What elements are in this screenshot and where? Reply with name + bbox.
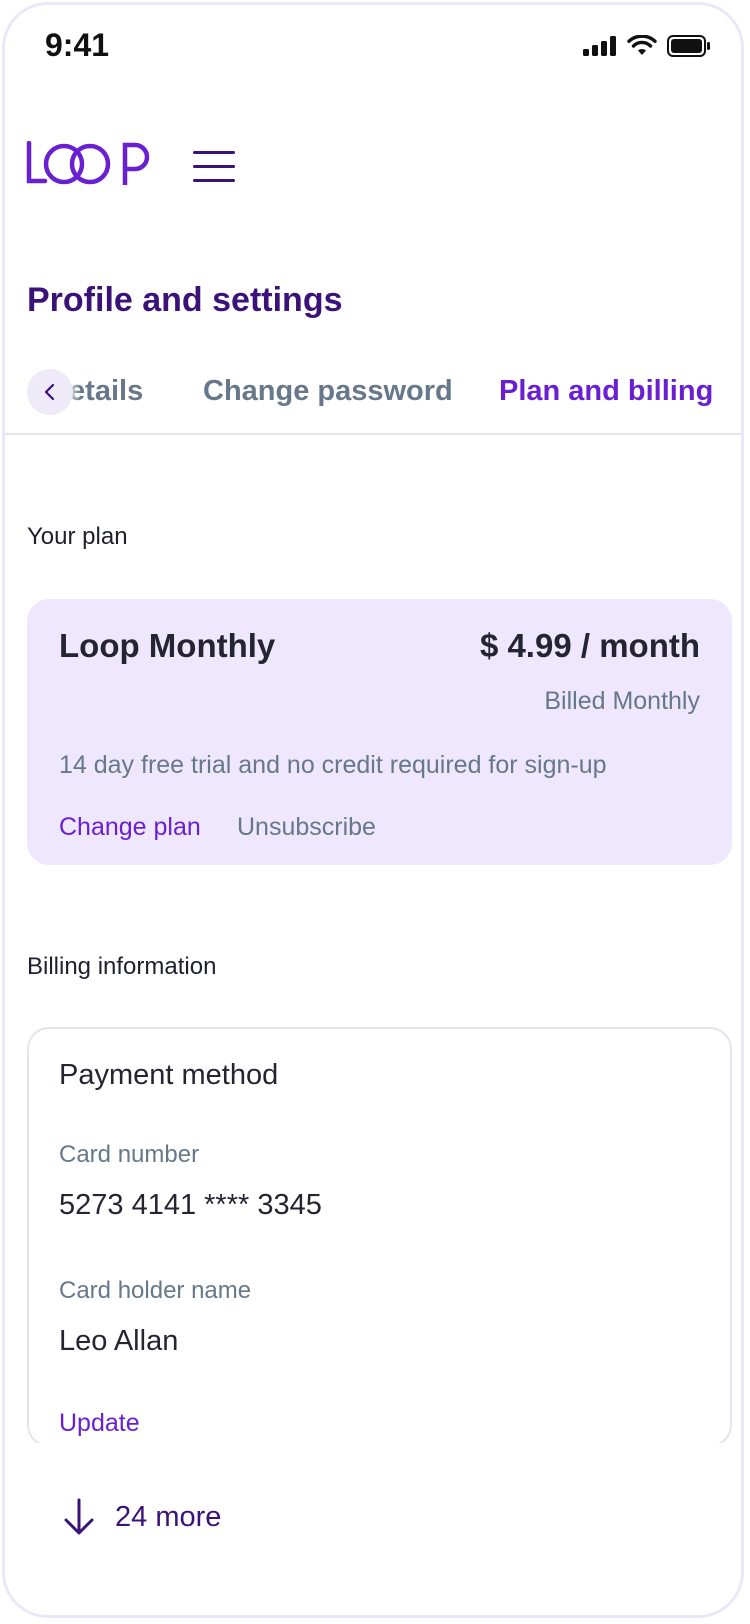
status-icons [583,35,711,57]
plan-card: Loop Monthly $ 4.99 / month Billed Month… [27,599,732,865]
tab-change-password[interactable]: Change password [203,375,453,408]
hamburger-menu-icon[interactable] [193,149,235,185]
arrow-down-icon [64,1498,94,1535]
payment-method-card: Payment method Card number 5273 4141 ***… [27,1027,732,1447]
payment-method-title: Payment method [59,1059,279,1091]
more-label: 24 more [115,1500,222,1533]
plan-description: 14 day free trial and no credit required… [59,751,607,779]
settings-tabs: letails Change password Plan and billing [5,363,741,435]
chevron-left-icon [44,383,55,401]
card-number-label: Card number [59,1141,200,1168]
card-number-value: 5273 4141 **** 3345 [59,1189,322,1221]
show-more-button[interactable]: 24 more [61,1497,221,1537]
card-holder-value: Leo Allan [59,1325,179,1357]
phone-frame: 9:41 Profile and settings letails Change… [2,2,744,1618]
page-title: Profile and settings [27,281,343,319]
more-bar: 24 more [5,1443,741,1615]
card-holder-label: Card holder name [59,1277,252,1304]
plan-billing-cycle: Billed Monthly [544,687,700,715]
wifi-icon [627,35,657,55]
tab-plan-and-billing[interactable]: Plan and billing [499,375,713,408]
your-plan-label: Your plan [27,523,128,550]
update-payment-link[interactable]: Update [59,1409,140,1438]
loop-logo[interactable] [25,141,153,187]
unsubscribe-link[interactable]: Unsubscribe [237,813,376,842]
battery-icon [667,35,710,57]
billing-information-label: Billing information [27,953,217,980]
status-time: 9:41 [45,27,110,63]
plan-price: $ 4.99 / month [479,627,700,664]
plan-name: Loop Monthly [59,627,276,664]
signal-icon [583,36,616,56]
change-plan-link[interactable]: Change plan [59,813,201,842]
tabs-back-button[interactable] [27,369,73,415]
